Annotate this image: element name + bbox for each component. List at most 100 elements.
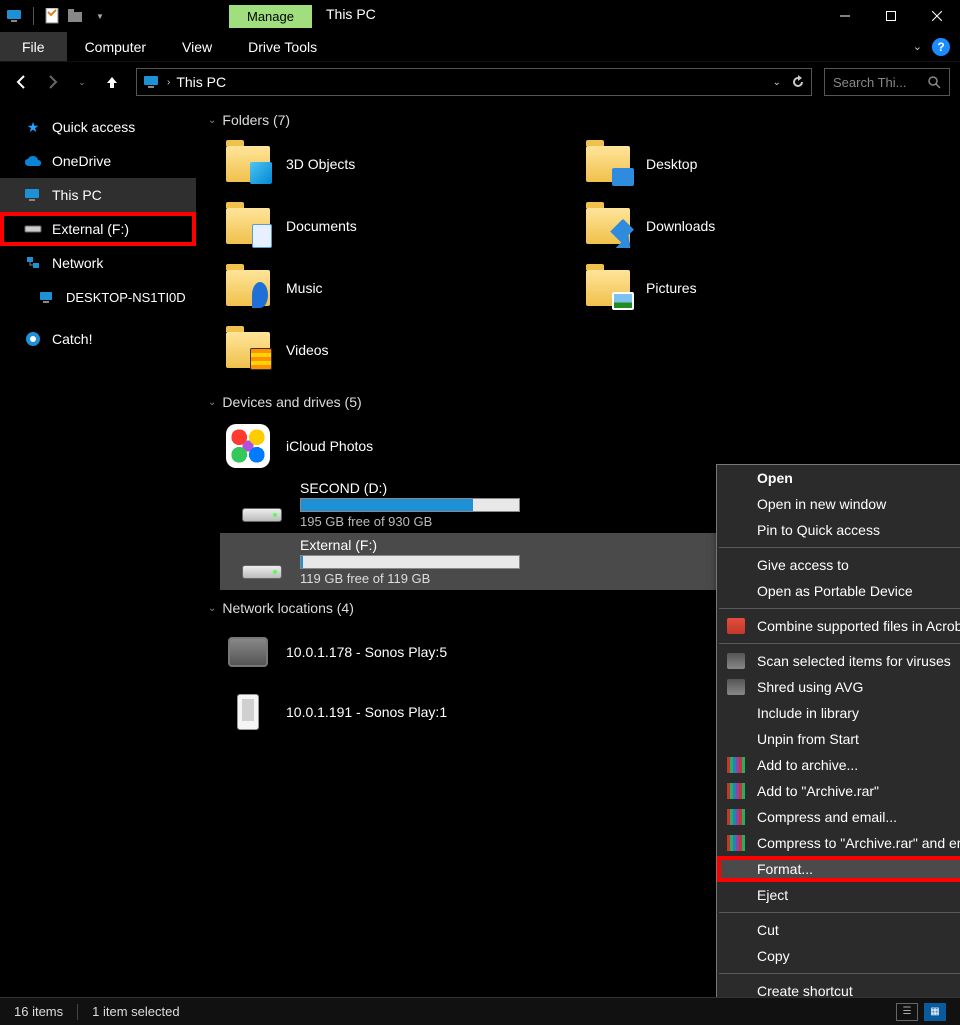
qat-dropdown-icon[interactable]: ▼ [91,7,109,25]
disk-icon [24,220,42,238]
context-menu-item-cut[interactable]: Cut [717,917,960,943]
statusbar: 16 items 1 item selected ☰ ▦ [0,997,960,1025]
context-menu-item-label: Open [757,470,793,486]
star-icon: ★ [24,118,42,136]
context-menu-item-compress-and-email[interactable]: Compress and email... [717,804,960,830]
maximize-button[interactable] [868,0,914,32]
context-menu-item-pin-to-quick-access[interactable]: Pin to Quick access [717,517,960,543]
sidebar-item-desktop-computer[interactable]: DESKTOP-NS1TI0D [0,280,196,314]
folder-music[interactable]: Music [220,258,520,318]
sidebar-item-external-f[interactable]: External (F:) [0,212,196,246]
tiles-view-button[interactable]: ▦ [924,1003,946,1021]
folder-pictures[interactable]: Pictures [580,258,880,318]
books-icon [727,809,745,825]
refresh-icon[interactable] [791,75,805,89]
recent-dropdown-icon[interactable]: ⌄ [70,70,94,94]
address-bar[interactable]: › This PC ⌄ [136,68,812,96]
close-button[interactable] [914,0,960,32]
chevron-down-icon: ⌄ [208,603,216,614]
address-location[interactable]: This PC [176,74,226,90]
folder-desktop[interactable]: Desktop [580,134,880,194]
cloud-icon [24,152,42,170]
context-menu-separator [719,912,960,913]
context-menu-item-unpin-from-start[interactable]: Unpin from Start [717,726,960,752]
ribbon-tab-drive-tools[interactable]: Drive Tools [230,32,335,61]
context-menu-item-label: Combine supported files in Acrobat... [757,618,960,634]
minimize-button[interactable] [822,0,868,32]
context-menu-item-include-in-library[interactable]: Include in library❯ [717,700,960,726]
context-menu-item-open-in-new-window[interactable]: Open in new window [717,491,960,517]
pdf-icon [727,618,745,634]
folder-videos[interactable]: Videos [220,320,520,380]
context-menu-item-shred-using-avg[interactable]: Shred using AVG [717,674,960,700]
forward-button[interactable] [40,70,64,94]
context-menu-item-label: Create shortcut [757,983,853,997]
network-location-sonos-play5[interactable]: 10.0.1.178 - Sonos Play:5 [220,622,520,682]
search-input[interactable]: Search Thi... [824,68,950,96]
context-menu-item-open-as-portable-device[interactable]: Open as Portable Device [717,578,960,604]
back-button[interactable] [10,70,34,94]
address-dropdown-icon[interactable]: ⌄ [773,77,781,88]
context-menu-item-label: Cut [757,922,779,938]
ribbon-tab-view[interactable]: View [164,32,230,61]
sidebar: ★ Quick access OneDrive This PC External… [0,102,196,997]
sidebar-item-catch[interactable]: Catch! [0,322,196,356]
context-menu-item-label: Open as Portable Device [757,583,913,599]
context-menu-item-add-to-archive-rar[interactable]: Add to "Archive.rar" [717,778,960,804]
chevron-down-icon: ⌄ [208,397,216,408]
chevron-right-icon[interactable]: › [167,77,170,88]
sidebar-item-quick-access[interactable]: ★ Quick access [0,110,196,144]
context-menu-item-combine-supported-files-in-acrobat[interactable]: Combine supported files in Acrobat... [717,613,960,639]
context-menu-item-label: Give access to [757,557,849,573]
sidebar-item-onedrive[interactable]: OneDrive [0,144,196,178]
context-menu-item-compress-to-archive-rar-and-email[interactable]: Compress to "Archive.rar" and email [717,830,960,856]
manage-tab[interactable]: Manage [229,5,312,28]
pc-icon [24,186,42,204]
context-menu-item-eject[interactable]: Eject [717,882,960,908]
ribbon-expand-icon[interactable]: ⌄ [913,40,922,53]
context-menu-item-add-to-archive[interactable]: Add to archive... [717,752,960,778]
device-icloud-photos[interactable]: iCloud Photos [220,416,520,476]
context-menu: Open Open in new windowPin to Quick acces… [716,464,960,997]
books-icon [727,835,745,851]
details-view-button[interactable]: ☰ [896,1003,918,1021]
context-menu-separator [719,973,960,974]
context-menu-item-label: Include in library [757,705,859,721]
books-icon [727,757,745,773]
qat-properties-icon[interactable] [43,7,61,25]
network-icon [24,254,42,272]
folder-documents[interactable]: Documents [220,196,520,256]
storage-bar [300,555,520,569]
disk-icon [242,508,282,522]
context-menu-item-create-shortcut[interactable]: Create shortcut [717,978,960,997]
folder-icon [226,270,270,306]
folder-3d-objects[interactable]: 3D Objects [220,134,520,194]
context-menu-item-give-access-to[interactable]: Give access to❯ [717,552,960,578]
group-header-folders[interactable]: ⌄ Folders (7) [206,108,950,134]
context-menu-separator [719,643,960,644]
context-menu-item-label: Shred using AVG [757,679,863,695]
network-location-sonos-play1[interactable]: 10.0.1.191 - Sonos Play:1 [220,682,520,742]
help-icon[interactable]: ? [932,38,950,56]
window-title: This PC [312,0,390,32]
group-header-devices[interactable]: ⌄ Devices and drives (5) [206,390,950,416]
search-placeholder: Search Thi... [833,75,906,90]
sidebar-item-this-pc[interactable]: This PC [0,178,196,212]
context-menu-item-scan-selected-items-for-viruses[interactable]: Scan selected items for viruses [717,648,960,674]
context-menu-item-open[interactable]: Open [717,465,960,491]
context-menu-item-format[interactable]: Format... [717,856,960,882]
pc-icon [38,288,56,306]
avg-icon [727,679,745,695]
sidebar-item-network[interactable]: Network [0,246,196,280]
qat-new-folder-icon[interactable] [67,7,85,25]
avg-icon [727,653,745,669]
ribbon-tab-computer[interactable]: Computer [67,32,164,61]
context-menu-item-copy[interactable]: Copy [717,943,960,969]
folder-downloads[interactable]: Downloads [580,196,880,256]
context-menu-item-label: Compress and email... [757,809,897,825]
app-icon [6,7,24,25]
file-tab[interactable]: File [0,32,67,61]
context-menu-item-label: Eject [757,887,788,903]
context-menu-separator [719,608,960,609]
up-button[interactable] [100,70,124,94]
